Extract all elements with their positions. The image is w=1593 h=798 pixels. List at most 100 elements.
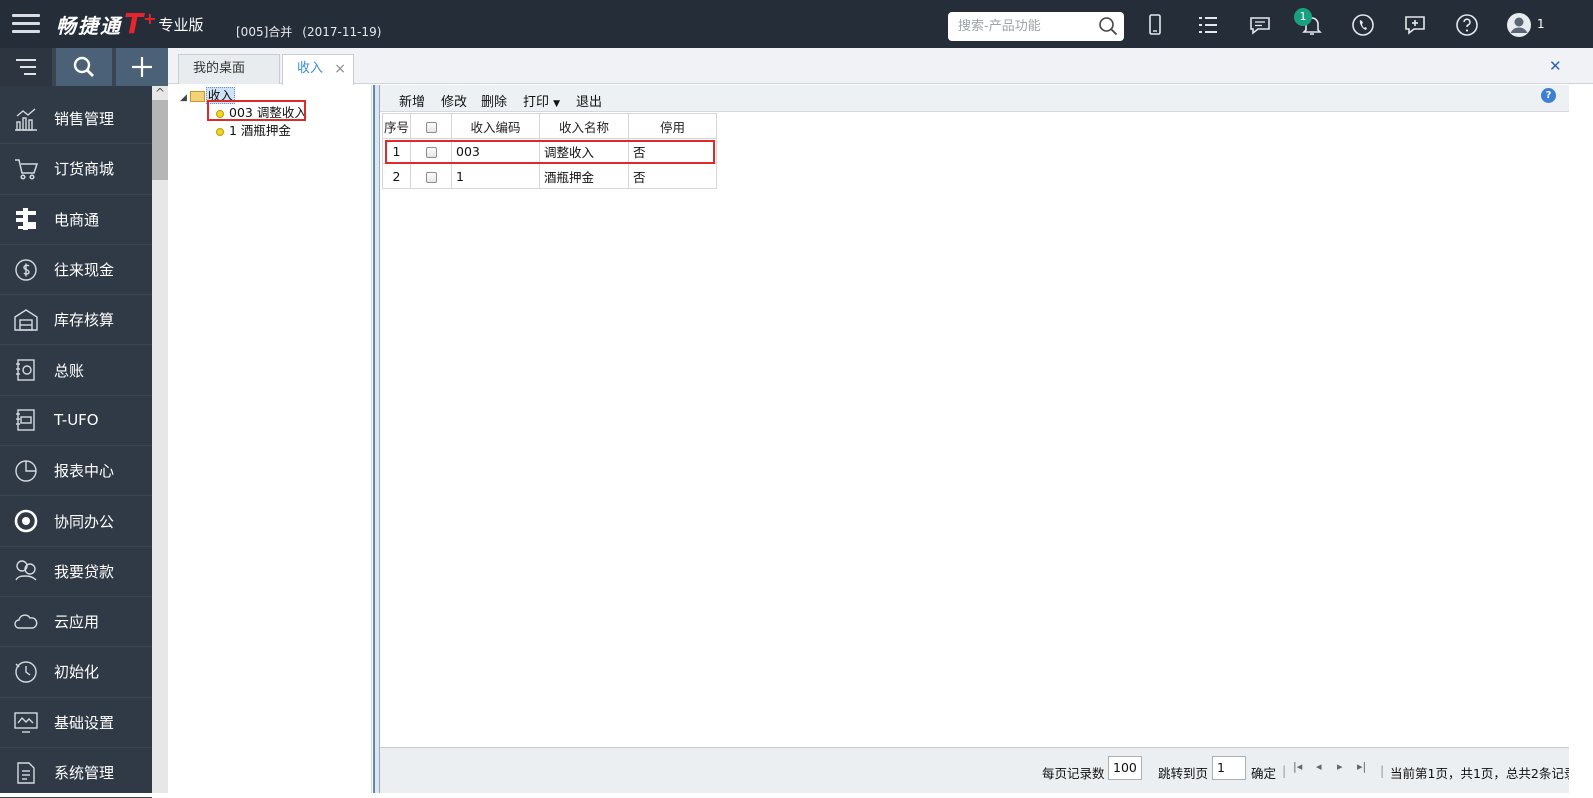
tufo-icon	[13, 407, 39, 433]
tab-income[interactable]: 收入 ×	[282, 54, 354, 85]
account-info: [005]合并 (2017-11-19)	[236, 23, 391, 40]
select-all-checkbox[interactable]	[425, 121, 437, 133]
row-select	[410, 138, 452, 164]
user-avatar-icon[interactable]	[1506, 12, 1532, 38]
tab-my-desktop[interactable]: 我的桌面	[178, 54, 280, 84]
mobile-icon[interactable]	[1142, 12, 1168, 38]
tree-node[interactable]: 1 酒瓶押金	[216, 120, 291, 139]
table-row[interactable]: 1 003 调整收入 否	[382, 138, 717, 164]
main-menu-icon[interactable]	[12, 14, 40, 34]
content-area: 新增 修改 删除 打印 ▼ 退出 ? 序号 收入编码 收入名称 停用 1 003…	[379, 85, 1576, 793]
warehouse-icon	[13, 307, 39, 333]
row-code[interactable]: 003	[451, 138, 540, 164]
sidebar-scrollbar[interactable]: ^	[152, 86, 168, 793]
tab-bar: 我的桌面 收入 ×	[168, 48, 1593, 85]
leaf-dot-icon	[216, 127, 224, 136]
sidebar-item-label: 电商通	[54, 210, 100, 229]
sidebar-item-initialize[interactable]: 初始化	[0, 647, 152, 698]
sidebar-item-label: 初始化	[54, 663, 100, 682]
sidebar-item-ecommerce[interactable]: 电商通	[0, 195, 152, 245]
sidebar-item-basic-settings[interactable]: 基础设置	[0, 698, 152, 748]
close-all-tabs-icon[interactable]: ✕	[1549, 57, 1562, 75]
add-button[interactable]: 新增	[399, 91, 425, 110]
help-icon[interactable]: ?	[1541, 88, 1556, 103]
col-name[interactable]: 收入名称	[539, 113, 629, 139]
sidebar-item-cloud-apps[interactable]: 云应用	[0, 597, 152, 648]
row-disabled[interactable]: 否	[628, 138, 717, 164]
search-input[interactable]	[958, 17, 1098, 35]
scrollbar-thumb[interactable]	[152, 100, 168, 180]
print-button[interactable]: 打印 ▼	[523, 91, 560, 110]
sidebar-item-label: 基础设置	[54, 713, 115, 732]
menu-search-icon[interactable]	[56, 48, 112, 86]
sidebar-item-label: 协同办公	[54, 512, 115, 531]
sidebar-item-label: 总账	[54, 361, 85, 380]
pie-chart-icon	[13, 458, 39, 484]
sidebar-item-inventory[interactable]: 库存核算	[0, 295, 152, 346]
goto-page-input[interactable]: 1	[1212, 756, 1246, 780]
expand-arrow-icon[interactable]: ◢	[180, 93, 187, 103]
user-name[interactable]: 1	[1537, 17, 1545, 31]
scroll-up-icon[interactable]: ^	[155, 86, 165, 100]
last-page-icon[interactable]: ▸|	[1357, 760, 1366, 773]
goto-page-label: 跳转到页	[1158, 766, 1209, 781]
collapse-menu-icon[interactable]	[0, 48, 53, 86]
sidebar-item-general-ledger[interactable]: 总账	[0, 345, 152, 396]
first-page-icon[interactable]: |◂	[1293, 760, 1302, 773]
sidebar-item-label: 往来现金	[54, 261, 115, 280]
row-checkbox[interactable]	[425, 146, 437, 158]
help-icon[interactable]	[1454, 12, 1480, 38]
sidebar-item-tufo[interactable]: T-UFO	[0, 396, 152, 447]
col-select-all	[410, 113, 452, 139]
row-seq: 1	[382, 138, 411, 164]
per-page-label: 每页记录数	[1042, 766, 1105, 781]
settings-monitor-icon	[13, 709, 39, 735]
shopping-cart-icon	[13, 156, 39, 182]
account-date: (2017-11-19)	[302, 25, 382, 39]
sidebar-item-sales[interactable]: 销售管理	[0, 94, 152, 145]
row-code[interactable]: 1	[451, 163, 540, 189]
sidebar-item-order-mall[interactable]: 订货商城	[0, 144, 152, 195]
top-bar: 畅捷通T+专业版 [005]合并 (2017-11-19) 1 1	[0, 0, 1593, 48]
confirm-button[interactable]: 确定	[1251, 763, 1276, 782]
sidebar-item-reports[interactable]: 报表中心	[0, 446, 152, 497]
sidebar-item-cash[interactable]: 往来现金	[0, 245, 152, 296]
sidebar-item-label: 系统管理	[54, 764, 115, 782]
system-doc-icon	[13, 760, 39, 786]
tab-label: 收入	[297, 61, 324, 76]
edition-label: 专业版	[158, 15, 204, 34]
app-logo: 畅捷通 T + 专业版	[56, 7, 204, 40]
close-tab-icon[interactable]: ×	[334, 55, 346, 83]
row-name[interactable]: 调整收入	[539, 138, 629, 164]
next-page-icon[interactable]: ▸	[1337, 760, 1343, 773]
folder-icon	[189, 91, 205, 102]
action-toolbar: 新增 修改 删除 打印 ▼ 退出 ?	[380, 85, 1570, 112]
table-header: 序号 收入编码 收入名称 停用	[382, 113, 717, 139]
row-disabled[interactable]: 否	[628, 163, 717, 189]
init-icon	[13, 659, 39, 685]
row-select	[410, 163, 452, 189]
search-icon[interactable]	[1098, 16, 1118, 36]
loan-icon	[13, 558, 39, 584]
sidebar-item-system-admin[interactable]: 系统管理	[0, 748, 152, 798]
task-list-icon[interactable]	[1195, 12, 1221, 38]
exit-button[interactable]: 退出	[576, 91, 602, 110]
table-row[interactable]: 2 1 酒瓶押金 否	[382, 163, 717, 189]
delete-button[interactable]: 删除	[481, 91, 507, 110]
account-code: [005]合并	[236, 25, 293, 39]
prev-page-icon[interactable]: ◂	[1316, 760, 1322, 773]
sidebar-item-loan[interactable]: 我要贷款	[0, 547, 152, 597]
feedback-icon[interactable]	[1402, 12, 1428, 38]
phone-icon[interactable]	[1350, 12, 1376, 38]
add-shortcut-icon[interactable]	[115, 48, 168, 86]
row-name[interactable]: 酒瓶押金	[539, 163, 629, 189]
per-page-input[interactable]: 100	[1108, 756, 1142, 780]
page-status: 当前第1页，共1页，总共2条记录	[1390, 766, 1577, 781]
col-disabled[interactable]: 停用	[628, 113, 717, 139]
edit-button[interactable]: 修改	[441, 91, 467, 110]
sidebar-item-label: 库存核算	[54, 311, 115, 330]
message-icon[interactable]	[1247, 12, 1273, 38]
col-code[interactable]: 收入编码	[451, 113, 540, 139]
sidebar-item-collaboration[interactable]: 协同办公	[0, 496, 152, 547]
row-checkbox[interactable]	[425, 171, 437, 183]
